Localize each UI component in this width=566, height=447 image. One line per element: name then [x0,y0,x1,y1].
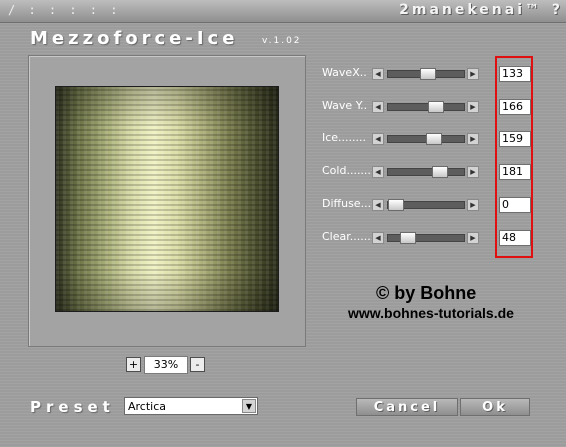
chevron-down-icon[interactable]: ▼ [242,399,256,413]
slider-increment-icon[interactable]: ▶ [467,199,479,211]
slider-decrement-icon[interactable]: ◀ [372,68,384,80]
title-bar: / : : : : : 2manekenai™ ? [0,0,566,23]
slider-thumb[interactable] [432,166,448,178]
preset-selected-value: Arctica [128,400,167,413]
slider-track[interactable] [387,68,465,80]
param-slider[interactable]: ◀ ▶ [372,232,479,244]
zoom-control: + 33% - [126,356,205,374]
preview-panel [28,55,306,347]
version-label: v.1.02 [262,36,302,46]
param-label: WaveX.. [322,66,367,79]
titlebar-grip: / : : : : : [8,3,121,17]
param-slider[interactable]: ◀ ▶ [372,68,479,80]
values-highlight-box [495,56,533,258]
help-button[interactable]: ? [552,2,560,18]
param-label: Wave Y.. [322,99,368,112]
preset-label: Preset [30,398,115,416]
copyright-text: © by Bohne [376,283,477,303]
slider-increment-icon[interactable]: ▶ [467,133,479,145]
slider-thumb[interactable] [426,133,442,145]
slider-increment-icon[interactable]: ▶ [467,68,479,80]
slider-increment-icon[interactable]: ▶ [467,166,479,178]
ok-button[interactable]: Ok [460,398,530,416]
slider-decrement-icon[interactable]: ◀ [372,232,384,244]
action-buttons: Cancel Ok [356,398,530,416]
website-text: www.bohnes-tutorials.de [348,305,514,321]
slider-increment-icon[interactable]: ▶ [467,232,479,244]
param-label: Diffuse..... [322,197,379,210]
zoom-in-button[interactable]: + [126,357,141,372]
param-slider[interactable]: ◀ ▶ [372,101,479,113]
slider-increment-icon[interactable]: ▶ [467,101,479,113]
cancel-button[interactable]: Cancel [356,398,458,416]
slider-thumb[interactable] [420,68,436,80]
slider-track[interactable] [387,101,465,113]
preset-select[interactable]: Arctica ▼ [124,397,258,415]
param-slider[interactable]: ◀ ▶ [372,199,479,211]
slider-track[interactable] [387,133,465,145]
param-slider[interactable]: ◀ ▶ [372,166,479,178]
slider-decrement-icon[interactable]: ◀ [372,133,384,145]
param-label: Cold........ [322,164,375,177]
param-slider[interactable]: ◀ ▶ [372,133,479,145]
zoom-value: 33% [144,356,188,374]
slider-decrement-icon[interactable]: ◀ [372,101,384,113]
param-label: Ice........ [322,131,367,144]
slider-track[interactable] [387,166,465,178]
slider-decrement-icon[interactable]: ◀ [372,166,384,178]
slider-thumb[interactable] [400,232,416,244]
zoom-out-button[interactable]: - [190,357,205,372]
slider-thumb[interactable] [388,199,404,211]
slider-decrement-icon[interactable]: ◀ [372,199,384,211]
preview-image[interactable] [55,86,279,312]
filter-title: Mezzoforce-Ice [30,28,239,49]
brand-label: 2manekenai™ [399,2,542,18]
slider-thumb[interactable] [428,101,444,113]
slider-track[interactable] [387,199,465,211]
slider-track[interactable] [387,232,465,244]
param-label: Clear........ [322,230,378,243]
